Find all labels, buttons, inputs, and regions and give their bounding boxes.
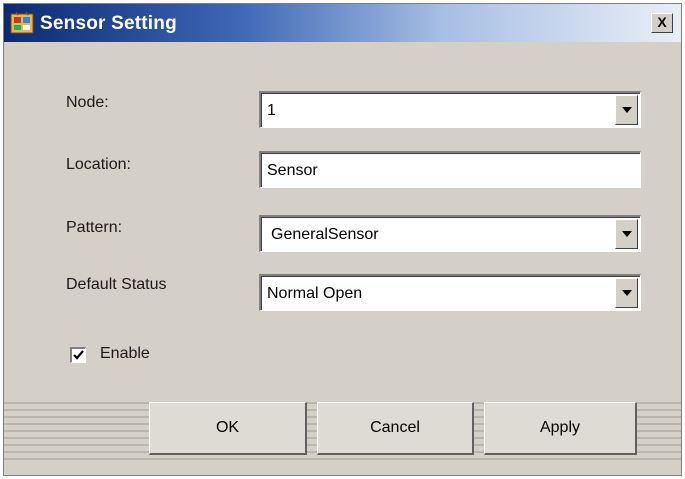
close-icon: X	[657, 14, 667, 30]
pattern-label: Pattern:	[66, 219, 123, 236]
pattern-value: GeneralSensor	[271, 226, 379, 243]
pattern-dropdown-button[interactable]	[615, 219, 638, 249]
checkmark-icon	[73, 350, 84, 360]
location-input[interactable]: Sensor	[259, 151, 641, 188]
apply-button[interactable]: Apply	[484, 402, 637, 455]
dialog-bottom-edge	[4, 469, 681, 475]
pattern-dropdown[interactable]: GeneralSensor	[259, 215, 641, 252]
node-dropdown[interactable]: 1	[259, 91, 641, 128]
app-icon	[10, 11, 34, 34]
default-status-dropdown-button[interactable]	[615, 278, 638, 308]
cancel-button[interactable]: Cancel	[317, 402, 474, 455]
node-value: 1	[267, 102, 276, 119]
chevron-down-icon	[622, 290, 632, 296]
enable-checkbox[interactable]	[70, 347, 86, 363]
default-status-dropdown[interactable]: Normal Open	[259, 274, 641, 311]
location-value: Sensor	[267, 162, 318, 179]
title-bar[interactable]: Sensor Setting X	[4, 4, 681, 42]
ok-button[interactable]: OK	[149, 402, 307, 455]
location-label: Location:	[66, 156, 131, 173]
chevron-down-icon	[622, 107, 632, 113]
node-label: Node:	[66, 94, 109, 111]
default-status-label: Default Status	[66, 276, 167, 293]
chevron-down-icon	[622, 231, 632, 237]
node-dropdown-button[interactable]	[615, 95, 638, 125]
sensor-setting-dialog: Sensor Setting X Node: 1 Location: Senso…	[3, 3, 682, 476]
dialog-title: Sensor Setting	[40, 13, 177, 34]
enable-label: Enable	[100, 345, 150, 362]
default-status-value: Normal Open	[267, 285, 363, 302]
close-button[interactable]: X	[651, 13, 673, 33]
